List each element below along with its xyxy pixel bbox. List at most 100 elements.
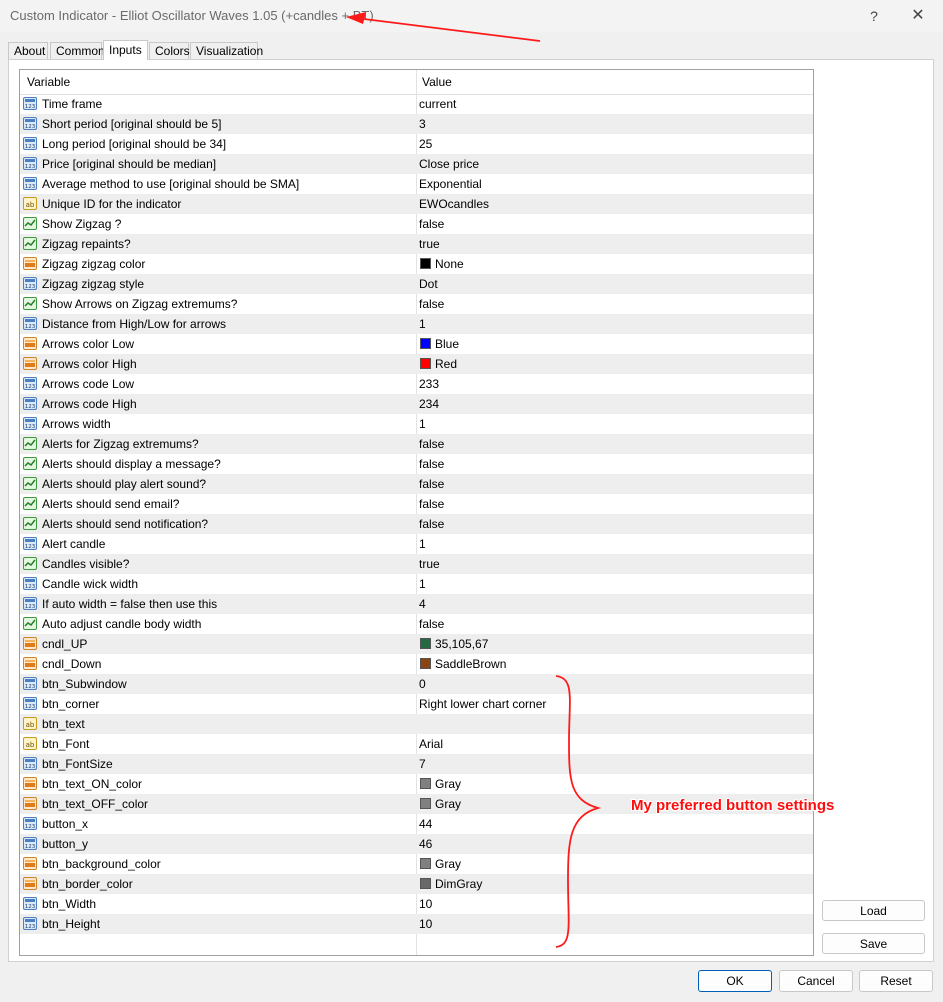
row-value[interactable]: Dot [419,274,438,294]
row-value[interactable]: 1 [419,314,426,334]
table-row[interactable]: Alerts should play alert sound? false [20,474,813,494]
table-row[interactable]: btn_text_ON_color Gray [20,774,813,794]
row-value[interactable]: 1 [419,534,426,554]
row-value[interactable]: 46 [419,834,432,854]
row-value[interactable]: EWOcandles [419,194,489,214]
table-row[interactable]: 123 Alert candle 1 [20,534,813,554]
row-value[interactable]: Close price [419,154,479,174]
table-row[interactable]: 123 btn_Width 10 [20,894,813,914]
row-value[interactable]: 233 [419,374,439,394]
row-value[interactable]: 10 [419,914,432,934]
color-swatch[interactable] [420,878,431,889]
row-value[interactable]: 25 [419,134,432,154]
table-row[interactable]: Show Zigzag ? false [20,214,813,234]
close-button[interactable]: ✕ [903,4,933,28]
table-row[interactable]: ab Unique ID for the indicator EWOcandles [20,194,813,214]
table-row[interactable]: cndl_Down SaddleBrown [20,654,813,674]
table-row[interactable]: 123 Arrows width 1 [20,414,813,434]
table-row[interactable]: Alerts should send email? false [20,494,813,514]
table-row[interactable]: Arrows color High Red [20,354,813,374]
table-row[interactable]: Zigzag zigzag color None [20,254,813,274]
row-value[interactable]: Arial [419,734,443,754]
table-row[interactable]: Alerts should display a message? false [20,454,813,474]
table-row[interactable]: Zigzag repaints? true [20,234,813,254]
table-row[interactable]: ab btn_Font Arial [20,734,813,754]
row-value[interactable]: false [419,214,444,234]
table-row[interactable]: 123 Average method to use [original shoul… [20,174,813,194]
row-value[interactable]: true [419,554,440,574]
table-row[interactable]: 123 Arrows code High 234 [20,394,813,414]
row-value[interactable]: false [419,514,444,534]
row-value[interactable]: 7 [419,754,426,774]
color-swatch[interactable] [420,638,431,649]
table-row[interactable]: 123 btn_Height 10 [20,914,813,934]
row-value[interactable]: false [419,474,444,494]
table-row[interactable]: Alerts for Zigzag extremums? false [20,434,813,454]
tab-common[interactable]: Common [50,42,105,59]
row-value[interactable]: true [419,234,440,254]
table-row[interactable]: Auto adjust candle body width false [20,614,813,634]
row-value[interactable]: 1 [419,574,426,594]
table-row[interactable]: 123 Arrows code Low 233 [20,374,813,394]
row-value[interactable]: current [419,94,456,114]
row-value[interactable]: Blue [435,334,459,354]
save-button[interactable]: Save [822,933,925,954]
tab-visualization[interactable]: Visualization [190,42,263,59]
table-row[interactable]: 123 btn_corner Right lower chart corner [20,694,813,714]
table-row[interactable]: Show Arrows on Zigzag extremums? false [20,294,813,314]
row-value[interactable]: 3 [419,114,426,134]
color-swatch[interactable] [420,858,431,869]
row-value[interactable]: 44 [419,814,432,834]
tab-inputs[interactable]: Inputs [103,40,148,60]
row-value[interactable]: DimGray [435,874,482,894]
row-value[interactable]: Right lower chart corner [419,694,546,714]
color-swatch[interactable] [420,338,431,349]
table-row[interactable]: btn_background_color Gray [20,854,813,874]
table-row[interactable]: Alerts should send notification? false [20,514,813,534]
table-row[interactable]: Candles visible? true [20,554,813,574]
table-row[interactable]: 123 button_x 44 [20,814,813,834]
color-swatch[interactable] [420,358,431,369]
table-row[interactable]: 123 btn_Subwindow 0 [20,674,813,694]
reset-button[interactable]: Reset [859,970,933,992]
help-button[interactable]: ? [859,4,889,28]
row-value[interactable]: false [419,614,444,634]
row-value[interactable]: false [419,294,444,314]
row-value[interactable]: false [419,454,444,474]
table-row[interactable]: 123 Short period [original should be 5] 3 [20,114,813,134]
table-row[interactable]: 123 Distance from High/Low for arrows 1 [20,314,813,334]
table-row[interactable]: 123 If auto width = false then use this 4 [20,594,813,614]
color-swatch[interactable] [420,258,431,269]
table-row[interactable]: 123 btn_FontSize 7 [20,754,813,774]
color-swatch[interactable] [420,798,431,809]
cancel-button[interactable]: Cancel [779,970,853,992]
row-value[interactable]: 4 [419,594,426,614]
table-row[interactable]: ab btn_text [20,714,813,734]
tab-colors[interactable]: Colors [149,42,190,59]
row-value[interactable]: Exponential [419,174,482,194]
table-row[interactable]: 123 button_y 46 [20,834,813,854]
ok-button[interactable]: OK [698,970,772,992]
table-row[interactable]: 123 Zigzag zigzag style Dot [20,274,813,294]
color-swatch[interactable] [420,658,431,669]
row-value[interactable]: false [419,434,444,454]
row-value[interactable]: 35,105,67 [435,634,488,654]
table-row[interactable]: 123 Price [original should be median] Clos… [20,154,813,174]
row-value[interactable]: 234 [419,394,439,414]
table-row[interactable]: Arrows color Low Blue [20,334,813,354]
row-value[interactable]: 1 [419,414,426,434]
table-row[interactable]: 123 Time frame current [20,94,813,114]
row-value[interactable]: false [419,494,444,514]
header-variable[interactable]: Variable [27,70,70,94]
row-value[interactable]: Gray [435,774,461,794]
row-value[interactable]: 10 [419,894,432,914]
row-value[interactable]: 0 [419,674,426,694]
color-swatch[interactable] [420,778,431,789]
table-row[interactable]: btn_border_color DimGray [20,874,813,894]
table-row[interactable]: 123 Long period [original should be 34] 25 [20,134,813,154]
row-value[interactable]: Red [435,354,457,374]
row-value[interactable]: Gray [435,854,461,874]
tab-about[interactable]: About [8,42,48,59]
row-value[interactable]: Gray [435,794,461,814]
load-button[interactable]: Load [822,900,925,921]
